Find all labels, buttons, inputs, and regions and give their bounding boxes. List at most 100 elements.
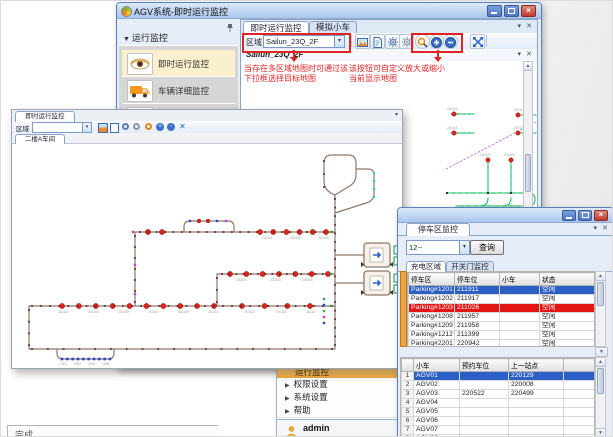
status-text: 完成: [15, 428, 33, 437]
diagram-window: 即时运行监控 ▾ 区域 ▾ + - ✕ 二楼A车间 21010121010321…: [11, 109, 403, 369]
agv-table-body: 1AGV012201292AGV022200083AGV032205222204…: [402, 372, 596, 437]
parking-table-scrollbar[interactable]: ▲: [595, 271, 606, 347]
map-image-icon: [357, 37, 368, 48]
scroll-down-icon[interactable]: ▼: [595, 347, 608, 357]
table-row[interactable]: 4AGV04: [402, 399, 596, 408]
table-row[interactable]: 6AGV06: [402, 417, 596, 426]
col-header-parking-area[interactable]: 停车区: [409, 273, 455, 286]
gear-icon[interactable]: [122, 123, 129, 130]
table-row[interactable]: 7AGV07: [402, 426, 596, 435]
panel-close-icon[interactable]: ✕: [526, 50, 532, 58]
sidebar-item-label: 即时运行监控: [158, 58, 209, 70]
tab-parking-monitor[interactable]: 停车区监控: [406, 223, 470, 236]
panel-close-icon[interactable]: ✕: [526, 22, 532, 30]
sidebar-group-header[interactable]: ▼ 运行监控: [123, 31, 168, 44]
col-header-cart[interactable]: 小车: [500, 273, 540, 286]
query-button[interactable]: 查询: [470, 240, 504, 255]
agv-table-scrollbar[interactable]: ▲ ▼: [595, 357, 606, 437]
table-row[interactable]: Parking#1201211911空闲: [409, 286, 595, 295]
scroll-up-icon[interactable]: ▲: [596, 272, 605, 281]
table-row[interactable]: Parking#1203211026空闲: [409, 304, 595, 313]
gear-icon[interactable]: [133, 123, 140, 130]
svg-text:220203: 220203: [270, 278, 281, 282]
map-toolbar: 区域 Sailun_23Q_2F ▾: [241, 33, 537, 50]
document-icon[interactable]: [110, 123, 119, 133]
table-row[interactable]: Parking#2201220942空闲: [409, 340, 595, 348]
svg-text:210113: 210113: [244, 310, 255, 314]
maximize-button[interactable]: [504, 5, 519, 17]
truck-icon: [127, 80, 153, 102]
panel-menu-icon[interactable]: ▾: [517, 50, 521, 58]
nav-item-help[interactable]: ▶帮助: [277, 404, 402, 418]
scrollbar-thumb[interactable]: [597, 282, 604, 306]
col-header-cart[interactable]: 小车: [414, 359, 460, 372]
settings-button[interactable]: [385, 34, 400, 49]
table-row[interactable]: Parking#1209211958空闲: [409, 322, 595, 331]
scrollbar-thumb[interactable]: [525, 154, 531, 192]
parking-table-body: Parking#1201211911空闲Parking#1202211917空闲…: [409, 286, 595, 348]
table-row[interactable]: 3AGV03220522220499: [402, 390, 596, 399]
region-combobox-value: Sailun_23Q_2F: [266, 37, 318, 46]
svg-text:210111: 210111: [208, 310, 218, 314]
panel-menu-icon[interactable]: ▾: [517, 22, 521, 30]
table-row[interactable]: 5AGV05: [402, 408, 596, 417]
panel-menu-icon[interactable]: ▾: [395, 111, 398, 118]
panel-close-icon[interactable]: ✕: [602, 224, 608, 232]
arrow-right-icon: ▶: [285, 406, 290, 419]
table-row[interactable]: 2AGV02220008: [402, 381, 596, 390]
tab-realtime-monitor[interactable]: 即时运行监控: [243, 21, 309, 34]
table-row[interactable]: Parking#1202211917空闲: [409, 295, 595, 304]
nav-item-system-settings[interactable]: ▶系统设置: [277, 391, 402, 405]
col-header-status[interactable]: 状态: [540, 273, 595, 286]
fit-view-button[interactable]: [470, 34, 485, 49]
chevron-down-icon: ▾: [459, 241, 469, 254]
scroll-up-icon[interactable]: ▲: [596, 358, 605, 367]
zoom-in-button[interactable]: [429, 34, 444, 49]
diagram-subtab[interactable]: 二楼A车间: [15, 134, 65, 144]
copy-view-button[interactable]: [370, 34, 385, 49]
plus-icon[interactable]: +: [156, 123, 164, 131]
parking-window-titlebar[interactable]: ×: [398, 208, 613, 223]
svg-text:220205: 220205: [302, 278, 313, 282]
minimize-button[interactable]: [487, 5, 502, 17]
custom-zoom-button[interactable]: [415, 34, 430, 49]
region-combobox[interactable]: Sailun_23Q_2F ▾: [263, 35, 345, 48]
map-image-button[interactable]: [355, 34, 370, 49]
sidebar-item-vehicle-detail[interactable]: 车辆详细监控: [122, 77, 235, 105]
map-image-icon[interactable]: [98, 123, 108, 133]
panel-menu-icon[interactable]: ▾: [593, 224, 597, 232]
sidebar-item-realtime-monitor[interactable]: 即时运行监控: [122, 50, 235, 78]
magnifier-icon[interactable]: [145, 123, 152, 130]
minus-icon[interactable]: -: [167, 123, 175, 131]
scroll-down-icon[interactable]: ▼: [596, 428, 605, 437]
minimize-button[interactable]: [562, 210, 576, 221]
tab-simulate-cart[interactable]: 模拟小车: [309, 21, 357, 33]
advanced-settings-button[interactable]: [399, 34, 414, 49]
parking-filter-combobox[interactable]: 12-- ▾: [406, 240, 470, 255]
nav-item-permission-settings[interactable]: ▶权限设置: [277, 378, 402, 392]
col-header-parking-spot[interactable]: 停车位: [455, 273, 500, 286]
close-button[interactable]: ×: [594, 210, 608, 221]
col-header-reserved-spot[interactable]: 预约车位: [460, 359, 509, 372]
scrollbar-thumb[interactable]: [597, 368, 604, 394]
region-label: 区域: [246, 37, 262, 48]
table-row[interactable]: 1AGV01220129: [402, 372, 596, 381]
close-button[interactable]: ×: [521, 5, 536, 17]
col-header-last-station[interactable]: 上一站点: [509, 359, 564, 372]
diagram-tab[interactable]: 即时运行监控: [15, 111, 75, 122]
region-combobox[interactable]: ▾: [32, 122, 92, 133]
user-row[interactable]: admin: [277, 420, 402, 437]
zoom-out-button[interactable]: [443, 34, 458, 49]
fit-arrows-icon[interactable]: ✕: [178, 122, 187, 131]
main-window-titlebar[interactable]: AGV系统-即时运行监控 ×: [117, 3, 541, 19]
table-row[interactable]: Parking#1208211957空闲: [409, 313, 595, 322]
station-box: [361, 271, 399, 295]
table-row[interactable]: Parking#1212211399空闲: [409, 331, 595, 340]
subtab-charging-area[interactable]: 充电区域: [406, 261, 446, 272]
maximize-button[interactable]: [578, 210, 592, 221]
svg-text:220105: 220105: [318, 236, 329, 240]
route-network-canvas[interactable]: 2101012101032101052101072101092101112101…: [14, 143, 400, 366]
sidebar-pin[interactable]: [226, 20, 234, 38]
scroll-up-icon[interactable]: ▲: [524, 62, 532, 71]
region-label: 区域: [16, 123, 29, 133]
